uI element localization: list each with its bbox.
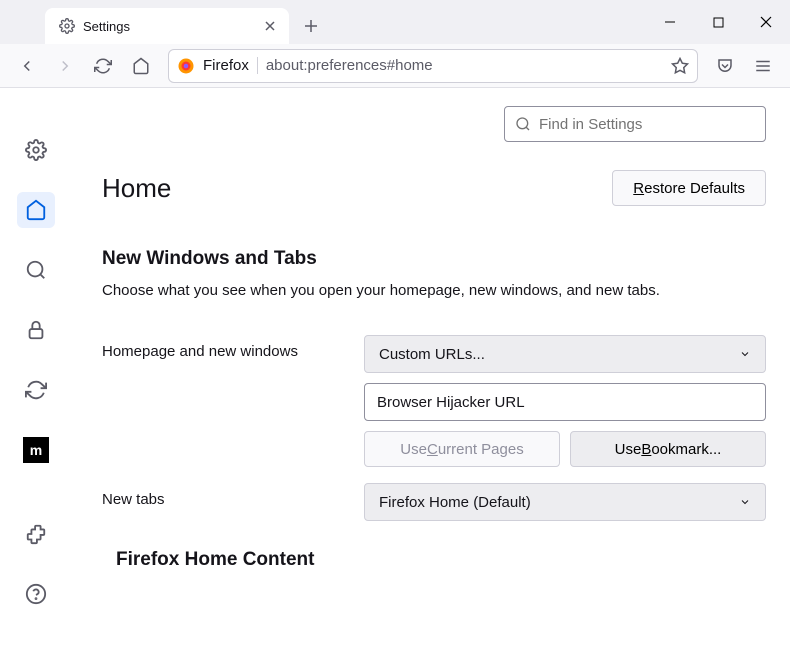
- window-titlebar: Settings: [0, 0, 790, 44]
- sidebar-item-home[interactable]: [17, 192, 55, 228]
- urlbar-host: Firefox: [203, 57, 258, 74]
- close-icon[interactable]: [261, 17, 279, 35]
- dropdown-value: Firefox Home (Default): [379, 494, 531, 511]
- page-title: Home: [102, 173, 171, 204]
- pocket-button[interactable]: [708, 49, 742, 83]
- homepage-url-input[interactable]: [364, 383, 766, 421]
- tab-strip: Settings: [45, 8, 327, 44]
- maximize-button[interactable]: [694, 0, 742, 44]
- chevron-down-icon: [739, 348, 751, 360]
- browser-tab-settings[interactable]: Settings: [45, 8, 289, 44]
- new-tab-button[interactable]: [295, 10, 327, 42]
- use-current-pages-button[interactable]: Use Current Pages: [364, 431, 560, 467]
- newtabs-row: New tabs Firefox Home (Default): [102, 483, 766, 521]
- window-close-button[interactable]: [742, 0, 790, 44]
- restore-defaults-button[interactable]: Restore Defaults: [612, 170, 766, 206]
- use-bookmark-button[interactable]: Use Bookmark...: [570, 431, 766, 467]
- homepage-label: Homepage and new windows: [102, 335, 364, 360]
- firefox-logo-icon: [177, 57, 195, 75]
- reload-button[interactable]: [86, 49, 120, 83]
- search-input[interactable]: Find in Settings: [504, 106, 766, 142]
- search-icon: [515, 116, 531, 132]
- sidebar-item-privacy[interactable]: [17, 312, 55, 348]
- bookmark-star-icon[interactable]: [671, 57, 689, 75]
- section-new-windows-desc: Choose what you see when you open your h…: [102, 280, 766, 301]
- newtabs-label: New tabs: [102, 483, 364, 508]
- window-controls: [646, 0, 790, 44]
- tab-title: Settings: [83, 19, 253, 34]
- home-button[interactable]: [124, 49, 158, 83]
- back-button[interactable]: [10, 49, 44, 83]
- settings-main: Find in Settings Home Restore Defaults N…: [72, 88, 790, 646]
- url-bar[interactable]: Firefox about:preferences#home: [168, 49, 698, 83]
- urlbar-path: about:preferences#home: [266, 57, 663, 74]
- chevron-down-icon: [739, 496, 751, 508]
- section-new-windows-title: New Windows and Tabs: [102, 248, 766, 270]
- gear-icon: [59, 18, 75, 34]
- sidebar-item-general[interactable]: [17, 132, 55, 168]
- browser-toolbar: Firefox about:preferences#home: [0, 44, 790, 88]
- dropdown-value: Custom URLs...: [379, 346, 485, 363]
- settings-sidebar: m: [0, 88, 72, 646]
- content-area: m Find in Settings Home Restore Defaults…: [0, 88, 790, 646]
- mozilla-icon: m: [23, 437, 49, 463]
- sidebar-item-search[interactable]: [17, 252, 55, 288]
- sidebar-item-extensions[interactable]: [17, 516, 55, 552]
- minimize-button[interactable]: [646, 0, 694, 44]
- search-placeholder: Find in Settings: [539, 116, 642, 133]
- section-firefox-home-title: Firefox Home Content: [116, 549, 766, 571]
- app-menu-button[interactable]: [746, 49, 780, 83]
- sidebar-item-mozilla[interactable]: m: [17, 432, 55, 468]
- sidebar-item-help[interactable]: [17, 576, 55, 612]
- homepage-row: Homepage and new windows Custom URLs... …: [102, 335, 766, 467]
- newtabs-dropdown[interactable]: Firefox Home (Default): [364, 483, 766, 521]
- sidebar-item-sync[interactable]: [17, 372, 55, 408]
- forward-button[interactable]: [48, 49, 82, 83]
- homepage-dropdown[interactable]: Custom URLs...: [364, 335, 766, 373]
